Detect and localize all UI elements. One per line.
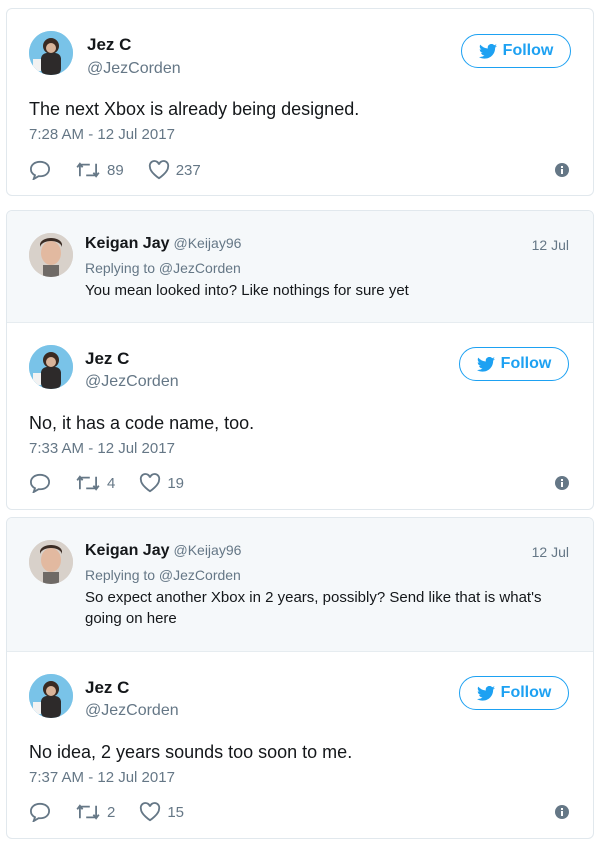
author-handle[interactable]: @JezCorden <box>85 702 179 720</box>
reply-date[interactable]: 12 Jul <box>532 237 569 253</box>
author-name[interactable]: Jez C <box>87 35 131 55</box>
author-name[interactable]: Jez C <box>85 678 129 698</box>
like-action[interactable]: 237 <box>148 160 201 180</box>
parent-reply-2: Keigan Jay @Keijay96 12 Jul Replying to @… <box>7 211 593 323</box>
reply-text: So expect another Xbox in 2 years, possi… <box>85 589 542 627</box>
avatar-image <box>29 233 73 277</box>
twitter-bird-icon <box>476 356 495 372</box>
tweet-timestamp[interactable]: 7:33 AM - 12 Jul 2017 <box>29 440 175 457</box>
avatar-keigan[interactable] <box>29 540 73 584</box>
parent-reply-3: Keigan Jay @Keijay96 12 Jul Replying to @… <box>7 518 593 652</box>
reply-author-name: Keigan Jay <box>85 542 170 559</box>
retweet-action[interactable]: 4 <box>75 474 115 492</box>
replying-to[interactable]: Replying to @JezCorden <box>85 260 241 276</box>
heart-icon <box>140 473 161 493</box>
twitter-bird-icon <box>478 43 497 59</box>
like-action[interactable]: 15 <box>139 802 184 822</box>
avatar-jez[interactable] <box>29 674 73 718</box>
retweet-icon <box>76 804 100 820</box>
like-count: 15 <box>167 803 185 821</box>
avatar-keigan[interactable] <box>29 233 73 277</box>
tweet-timestamp[interactable]: 7:37 AM - 12 Jul 2017 <box>29 769 175 786</box>
like-count: 237 <box>175 161 201 179</box>
reply-action[interactable] <box>29 160 51 180</box>
follow-button[interactable]: Follow <box>461 34 571 68</box>
tweet-card-3: Keigan Jay @Keijay96 12 Jul Replying to @… <box>6 517 594 839</box>
info-icon[interactable] <box>555 805 569 824</box>
author-handle[interactable]: @JezCorden <box>85 373 179 391</box>
info-icon[interactable] <box>555 163 569 182</box>
author-name[interactable]: Jez C <box>85 349 129 369</box>
avatar-image <box>29 31 73 75</box>
avatar-jez[interactable] <box>29 345 73 389</box>
retweet-icon <box>76 475 100 491</box>
follow-button[interactable]: Follow <box>459 347 569 381</box>
tweet-actions: 2 15 <box>29 802 208 822</box>
retweet-icon <box>76 162 100 178</box>
follow-button[interactable]: Follow <box>459 676 569 710</box>
like-count: 19 <box>167 474 185 492</box>
retweet-count: 89 <box>107 161 124 179</box>
tweet-text: The next Xbox is already being designed. <box>29 99 360 119</box>
reply-author-name: Keigan Jay <box>85 235 170 252</box>
heart-icon <box>140 802 161 822</box>
follow-label: Follow <box>502 42 554 59</box>
reply-author[interactable]: Keigan Jay @Keijay96 <box>85 542 241 560</box>
reply-author-handle: @Keijay96 <box>173 542 242 558</box>
reply-icon <box>29 802 51 822</box>
tweet-text: No idea, 2 years sounds too soon to me. <box>29 742 353 762</box>
twitter-bird-icon <box>476 685 495 701</box>
follow-label: Follow <box>500 684 552 701</box>
reply-author-handle: @Keijay96 <box>173 235 242 251</box>
reply-text: You mean looked into? Like nothings for … <box>85 282 409 299</box>
tweet-main-3: Jez C @JezCorden Follow No idea, 2 years… <box>7 652 593 838</box>
tweet-actions: 89 237 <box>29 160 225 180</box>
reply-author[interactable]: Keigan Jay @Keijay96 <box>85 235 241 253</box>
reply-icon <box>29 160 51 180</box>
reply-icon <box>29 473 51 493</box>
tweet-main-1: Jez C @JezCorden Follow The next Xbox is… <box>7 9 593 195</box>
reply-action[interactable] <box>29 473 51 493</box>
tweet-card-1: Jez C @JezCorden Follow The next Xbox is… <box>6 8 594 196</box>
avatar-image <box>29 540 73 584</box>
tweet-timestamp[interactable]: 7:28 AM - 12 Jul 2017 <box>29 126 175 143</box>
avatar-jez[interactable] <box>29 31 73 75</box>
heart-icon <box>148 160 169 180</box>
retweet-action[interactable]: 89 <box>75 161 124 179</box>
avatar-image <box>29 674 73 718</box>
author-handle[interactable]: @JezCorden <box>87 60 181 78</box>
info-icon[interactable] <box>555 476 569 495</box>
retweet-count: 4 <box>107 474 116 492</box>
reply-action[interactable] <box>29 802 51 822</box>
tweet-card-2: Keigan Jay @Keijay96 12 Jul Replying to @… <box>6 210 594 510</box>
like-action[interactable]: 19 <box>139 473 184 493</box>
tweet-actions: 4 19 <box>29 473 208 493</box>
replying-to[interactable]: Replying to @JezCorden <box>85 567 241 583</box>
tweet-text: No, it has a code name, too. <box>29 413 255 433</box>
retweet-action[interactable]: 2 <box>75 803 115 821</box>
avatar-image <box>29 345 73 389</box>
reply-date[interactable]: 12 Jul <box>532 544 569 560</box>
follow-label: Follow <box>500 355 552 372</box>
retweet-count: 2 <box>107 803 116 821</box>
tweet-main-2: Jez C @JezCorden Follow No, it has a cod… <box>7 323 593 509</box>
